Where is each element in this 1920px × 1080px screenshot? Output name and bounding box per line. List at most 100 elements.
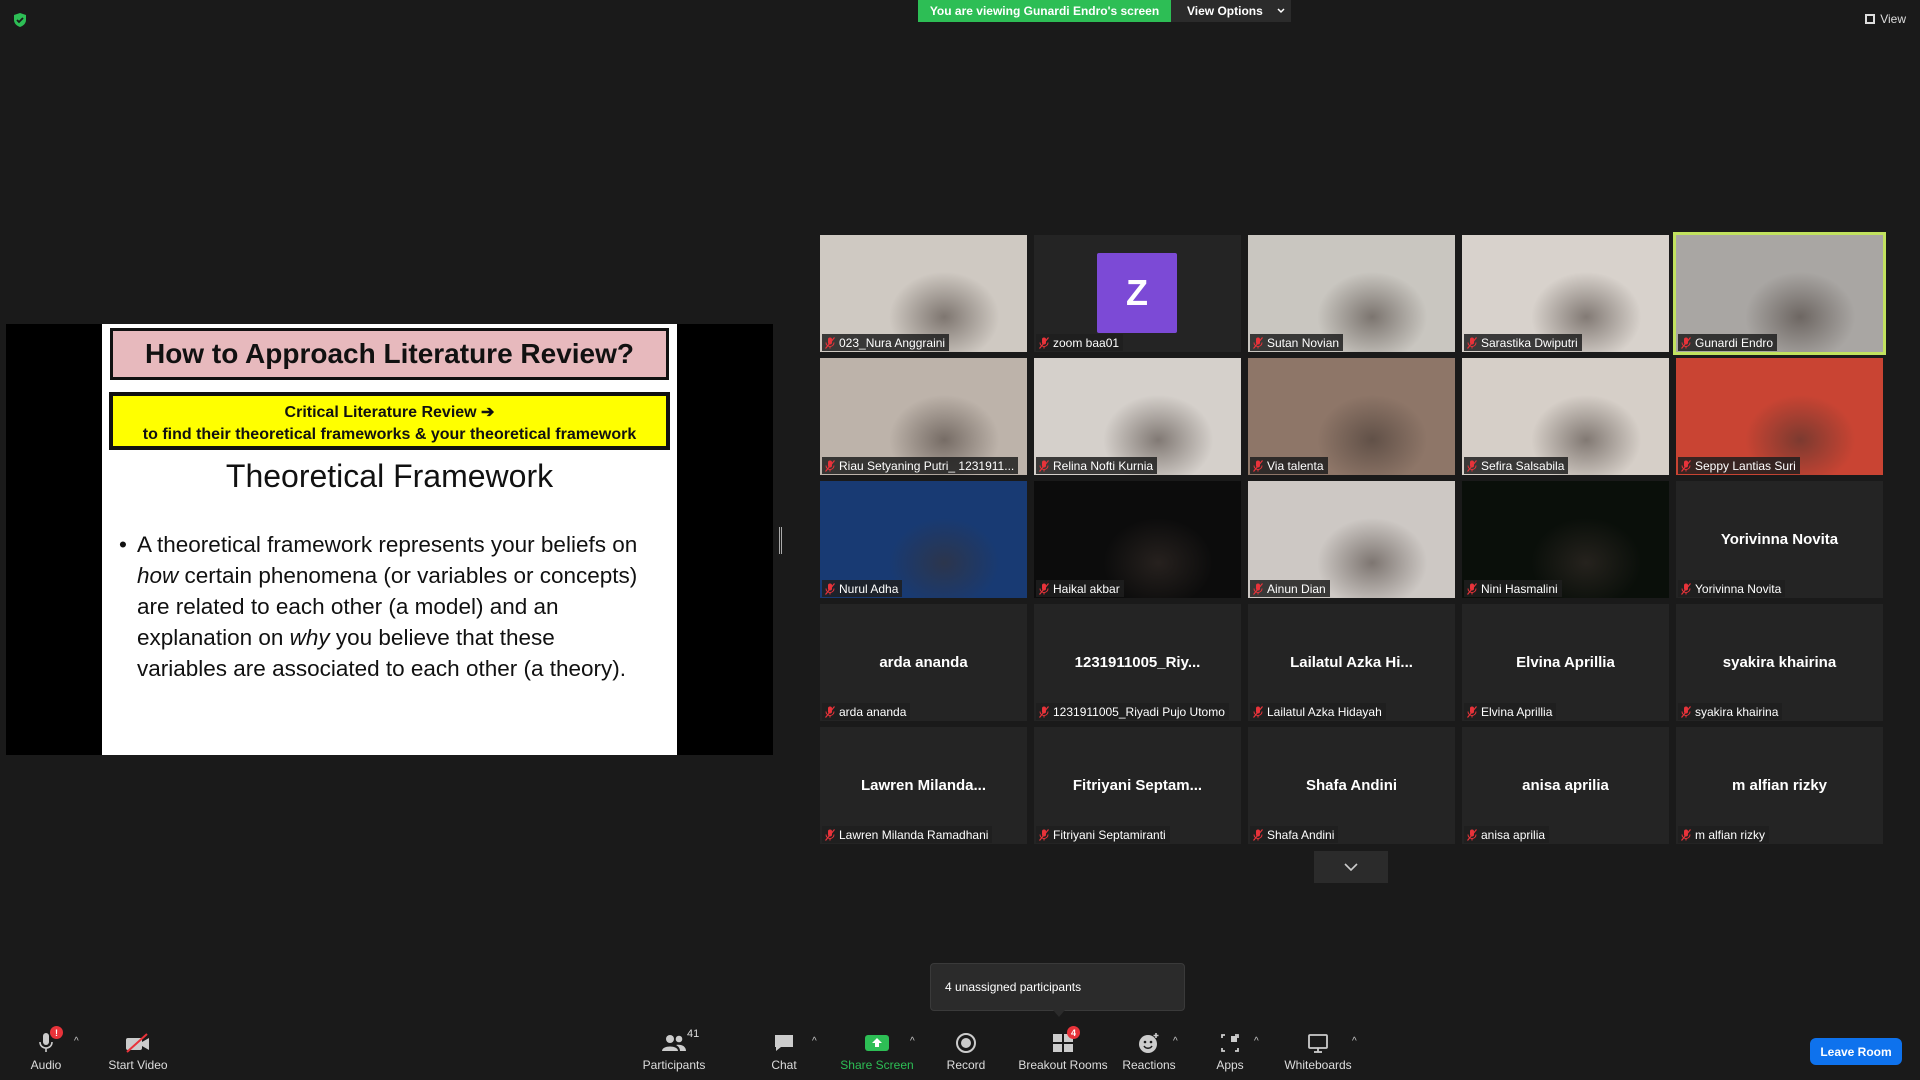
participant-tile[interactable]: Seppy Lantias Suri [1676,358,1883,475]
participant-tile[interactable]: Nurul Adha [820,481,1027,598]
participant-tile[interactable]: Sutan Novian [1248,235,1455,352]
participant-name: Lawren Milanda Ramadhani [839,827,989,842]
participant-nameplate: Yorivinna Novita [1678,580,1786,597]
slide-bullet: • A theoretical framework represents your… [119,529,647,684]
muted-microphone-icon [1039,828,1049,841]
slide-title-text: How to Approach Literature Review? [144,338,635,369]
audio-options-caret[interactable]: ^ [74,1036,79,1047]
muted-microphone-icon [1681,582,1691,595]
participant-tile[interactable]: Via talenta [1248,358,1455,475]
participant-tile[interactable]: anisa aprilia anisa aprilia [1462,727,1669,844]
participant-name: Elvina Aprillia [1481,704,1553,719]
muted-microphone-icon [1467,582,1477,595]
participant-tile[interactable]: Nini Hasmalini [1462,481,1669,598]
participant-name: Nurul Adha [839,581,899,596]
participant-tile[interactable]: Sarastika Dwiputri [1462,235,1669,352]
muted-microphone-icon [1681,459,1691,472]
participants-label: Participants [642,1058,706,1072]
participant-name: Via talenta [1267,458,1324,473]
participant-tile[interactable]: Yorivinna Novita Yorivinna Novita [1676,481,1883,598]
muted-microphone-icon [825,828,835,841]
participant-name: arda ananda [839,704,907,719]
whiteboards-label: Whiteboards [1284,1058,1352,1072]
muted-microphone-icon [1253,459,1263,472]
bullet-text-1: A theoretical framework represents your … [137,532,638,557]
audio-warning-badge: ! [50,1026,63,1039]
participant-name: Fitriyani Septamiranti [1053,827,1166,842]
participant-name: anisa aprilia [1481,827,1546,842]
participant-tile[interactable]: Gunardi Endro [1673,232,1886,355]
chat-options-caret[interactable]: ^ [812,1036,817,1047]
slide-highlight-line2: to find their theoretical frameworks & y… [142,426,637,443]
participant-tile[interactable]: Shafa Andini Shafa Andini [1248,727,1455,844]
participant-nameplate: syakira khairina [1678,703,1783,720]
participant-tile[interactable]: Zzoom baa01 [1034,235,1241,352]
unassigned-participants-tooltip: 4 unassigned participants [930,963,1185,1017]
participant-tile[interactable]: m alfian rizky m alfian rizky [1676,727,1883,844]
muted-microphone-icon [1681,705,1691,718]
apps-options-caret[interactable]: ^ [1254,1036,1259,1047]
apps-button[interactable]: Apps [1180,1030,1280,1072]
participant-nameplate: Riau Setyaning Putri_ 1231911... [822,457,1019,474]
whiteboards-options-caret[interactable]: ^ [1352,1036,1357,1047]
muted-microphone-icon [1253,336,1263,349]
gallery-next-page-button[interactable] [1314,851,1388,883]
participant-tile[interactable]: Haikal akbar [1034,481,1241,598]
split-resize-handle[interactable] [779,527,782,554]
muted-microphone-icon [825,336,835,349]
participant-tile[interactable]: syakira khairina syakira khairina [1676,604,1883,721]
participant-tile[interactable]: Fitriyani Septam... Fitriyani Septamirant… [1034,727,1241,844]
participant-name: Riau Setyaning Putri_ 1231911... [839,458,1015,473]
participant-name: Yorivinna Novita [1695,581,1782,596]
participant-tile[interactable]: Riau Setyaning Putri_ 1231911... [820,358,1027,475]
share-screen-options-caret[interactable]: ^ [910,1036,915,1047]
participant-name: 1231911005_Riyadi Pujo Utomo [1053,704,1225,719]
participant-tile[interactable]: Sefira Salsabila [1462,358,1669,475]
participant-tile[interactable]: Lailatul Azka Hi... Lailatul Azka Hidayah [1248,604,1455,721]
shared-screen[interactable]: How to Approach Literature Review? Criti… [6,324,773,755]
view-options-button[interactable]: View Options [1171,0,1291,22]
view-layout-button[interactable]: View [1865,12,1906,26]
share-screen-label: Share Screen [840,1058,914,1072]
breakout-rooms-badge: 4 [1067,1026,1080,1039]
participant-nameplate: Elvina Aprillia [1464,703,1557,720]
share-screen-icon [865,1035,889,1051]
participant-tile[interactable]: Ainun Dian [1248,481,1455,598]
participant-name: zoom baa01 [1053,335,1120,350]
participants-count: 41 [687,1028,700,1040]
participant-avatar: Z [1097,253,1177,333]
breakout-rooms-label: Breakout Rooms [1018,1058,1108,1072]
meeting-window: You are viewing Gunardi Endro's screen V… [0,0,1920,1080]
chat-label: Chat [771,1058,797,1072]
encryption-shield-icon[interactable] [12,12,28,28]
participant-tile[interactable]: 023_Nura Anggraini [820,235,1027,352]
participant-nameplate: Sutan Novian [1250,334,1344,351]
muted-microphone-icon [1253,705,1263,718]
muted-microphone-icon [1467,459,1477,472]
audio-button[interactable]: ! Audio [0,1026,96,1072]
participant-nameplate: Nurul Adha [822,580,903,597]
participant-name: Gunardi Endro [1695,335,1774,350]
slide-highlight-box: Critical Literature Review ➔ to find the… [109,392,670,450]
participant-name: syakira khairina [1695,704,1779,719]
record-button[interactable]: Record [916,1030,1016,1072]
participant-tile[interactable]: Lawren Milanda... Lawren Milanda Ramadhan… [820,727,1027,844]
participants-button[interactable]: 41 Participants [624,1028,724,1072]
muted-microphone-icon [1039,459,1049,472]
participant-name: Lailatul Azka Hidayah [1267,704,1382,719]
participant-tile[interactable]: 1231911005_Riy... 1231911005_Riyadi Pujo … [1034,604,1241,721]
start-video-button[interactable]: Start Video [88,1030,188,1072]
participant-nameplate: m alfian rizky [1678,826,1770,843]
participant-name: Sefira Salsabila [1481,458,1565,473]
chat-button[interactable]: Chat [734,1030,834,1072]
participant-nameplate: Gunardi Endro [1678,334,1778,351]
leave-room-button[interactable]: Leave Room [1810,1038,1902,1065]
participant-tile[interactable]: Elvina Aprillia Elvina Aprillia [1462,604,1669,721]
participant-tile[interactable]: arda ananda arda ananda [820,604,1027,721]
reactions-options-caret[interactable]: ^ [1173,1036,1178,1047]
muted-microphone-icon [1467,828,1477,841]
participant-nameplate: Nini Hasmalini [1464,580,1562,597]
participant-tile[interactable]: Relina Nofti Kurnia [1034,358,1241,475]
muted-microphone-icon [1467,336,1477,349]
video-off-icon [126,1033,149,1053]
